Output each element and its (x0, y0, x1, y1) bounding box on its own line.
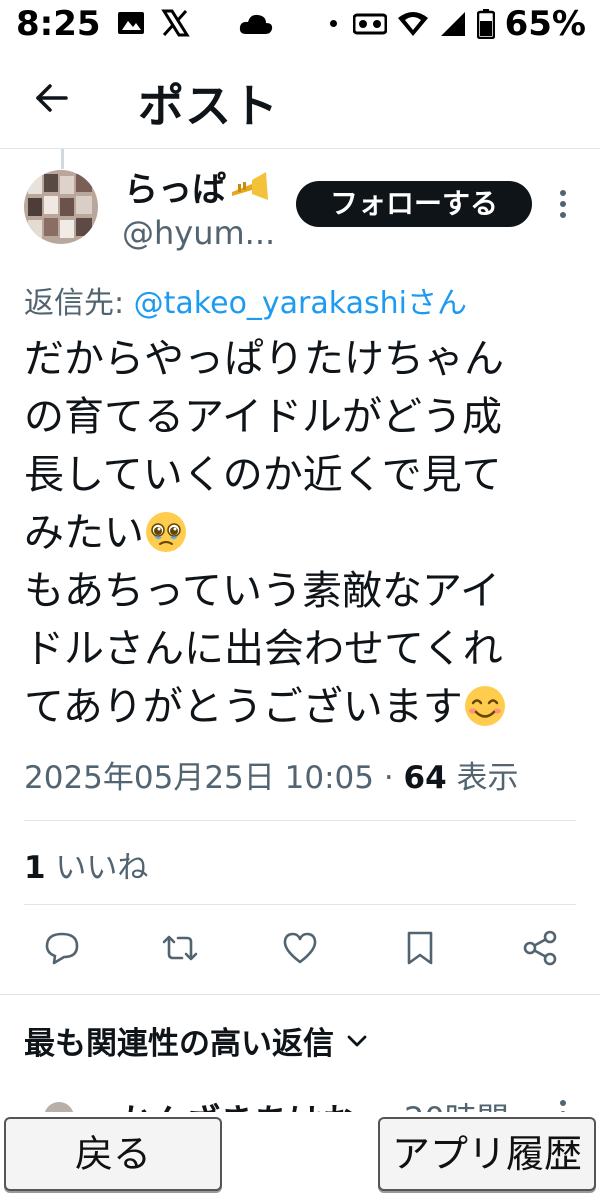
image-icon (118, 12, 144, 34)
header-divider (0, 148, 600, 149)
battery-icon (476, 9, 495, 39)
likes-count: 1 (24, 850, 46, 886)
author-name-text: らっぱ (124, 170, 226, 210)
author-name[interactable]: らっぱ (124, 162, 270, 211)
thread-line (61, 149, 64, 169)
post-body-part2: もあちっていう素敵なアイ ドルさんに出会わせてくれ てありがとうございます (24, 568, 503, 730)
post-body-part1: だからやっぱりたけちゃん の育てるアイドルがどう成 長していくのか近くで見て み… (24, 336, 504, 556)
reply-to: 返信先: @takeo_yarakashiさん (24, 278, 467, 322)
like-icon[interactable] (280, 928, 320, 968)
reply-to-mention[interactable]: @takeo_yarakashiさん (134, 286, 467, 321)
likes-divider (24, 904, 576, 905)
views-label: 表示 (446, 760, 519, 796)
bookmark-icon[interactable] (400, 928, 440, 968)
status-bar: 8:25 65% (0, 0, 600, 50)
app-history-button[interactable]: アプリ履歴 (378, 1117, 596, 1191)
meta-divider (24, 820, 576, 821)
follow-button[interactable]: フォローする (296, 181, 532, 227)
battery-percent: 65% (504, 4, 586, 44)
notification-dot (330, 20, 337, 27)
trumpet-icon (232, 171, 268, 200)
pleading-face-emoji-icon (146, 512, 186, 552)
status-time: 8:25 (16, 4, 101, 44)
x-logo-icon (161, 9, 190, 37)
back-arrow-icon[interactable] (32, 78, 72, 118)
top-bar: ポスト (0, 58, 600, 146)
share-icon[interactable] (520, 928, 560, 968)
back-button[interactable]: 戻る (4, 1117, 222, 1191)
avatar[interactable] (24, 170, 98, 244)
voicemail-icon (352, 13, 387, 35)
cloud-icon (239, 14, 273, 34)
likes-label: いいね (45, 850, 149, 886)
post-timestamp[interactable]: 2025年05月25日 10:05 (24, 760, 374, 796)
reply-to-prefix: 返信先: (24, 286, 134, 321)
author-handle[interactable]: @hyum... (122, 214, 275, 252)
signal-icon (440, 12, 465, 36)
actions-divider (0, 994, 600, 995)
reply-sort-selector[interactable]: 最も関連性の高い返信 (24, 1018, 368, 1063)
reply-icon[interactable] (42, 928, 82, 968)
likes-summary[interactable]: 1 いいね (24, 842, 148, 887)
post-meta: 2025年05月25日 10:05 · 64 表示 (24, 752, 519, 797)
smiling-face-emoji-icon (464, 686, 505, 726)
more-options-icon[interactable] (556, 188, 570, 220)
meta-separator: · (373, 760, 404, 796)
reply-sort-label: 最も関連性の高い返信 (24, 1026, 334, 1062)
views-count: 64 (403, 760, 447, 796)
chevron-down-icon (347, 1035, 367, 1046)
wifi-icon (397, 12, 428, 36)
page-title: ポスト (138, 79, 279, 133)
post-body: だからやっぱりたけちゃん の育てるアイドルがどう成 長していくのか近くで見て み… (24, 330, 576, 736)
repost-icon[interactable] (160, 928, 200, 968)
